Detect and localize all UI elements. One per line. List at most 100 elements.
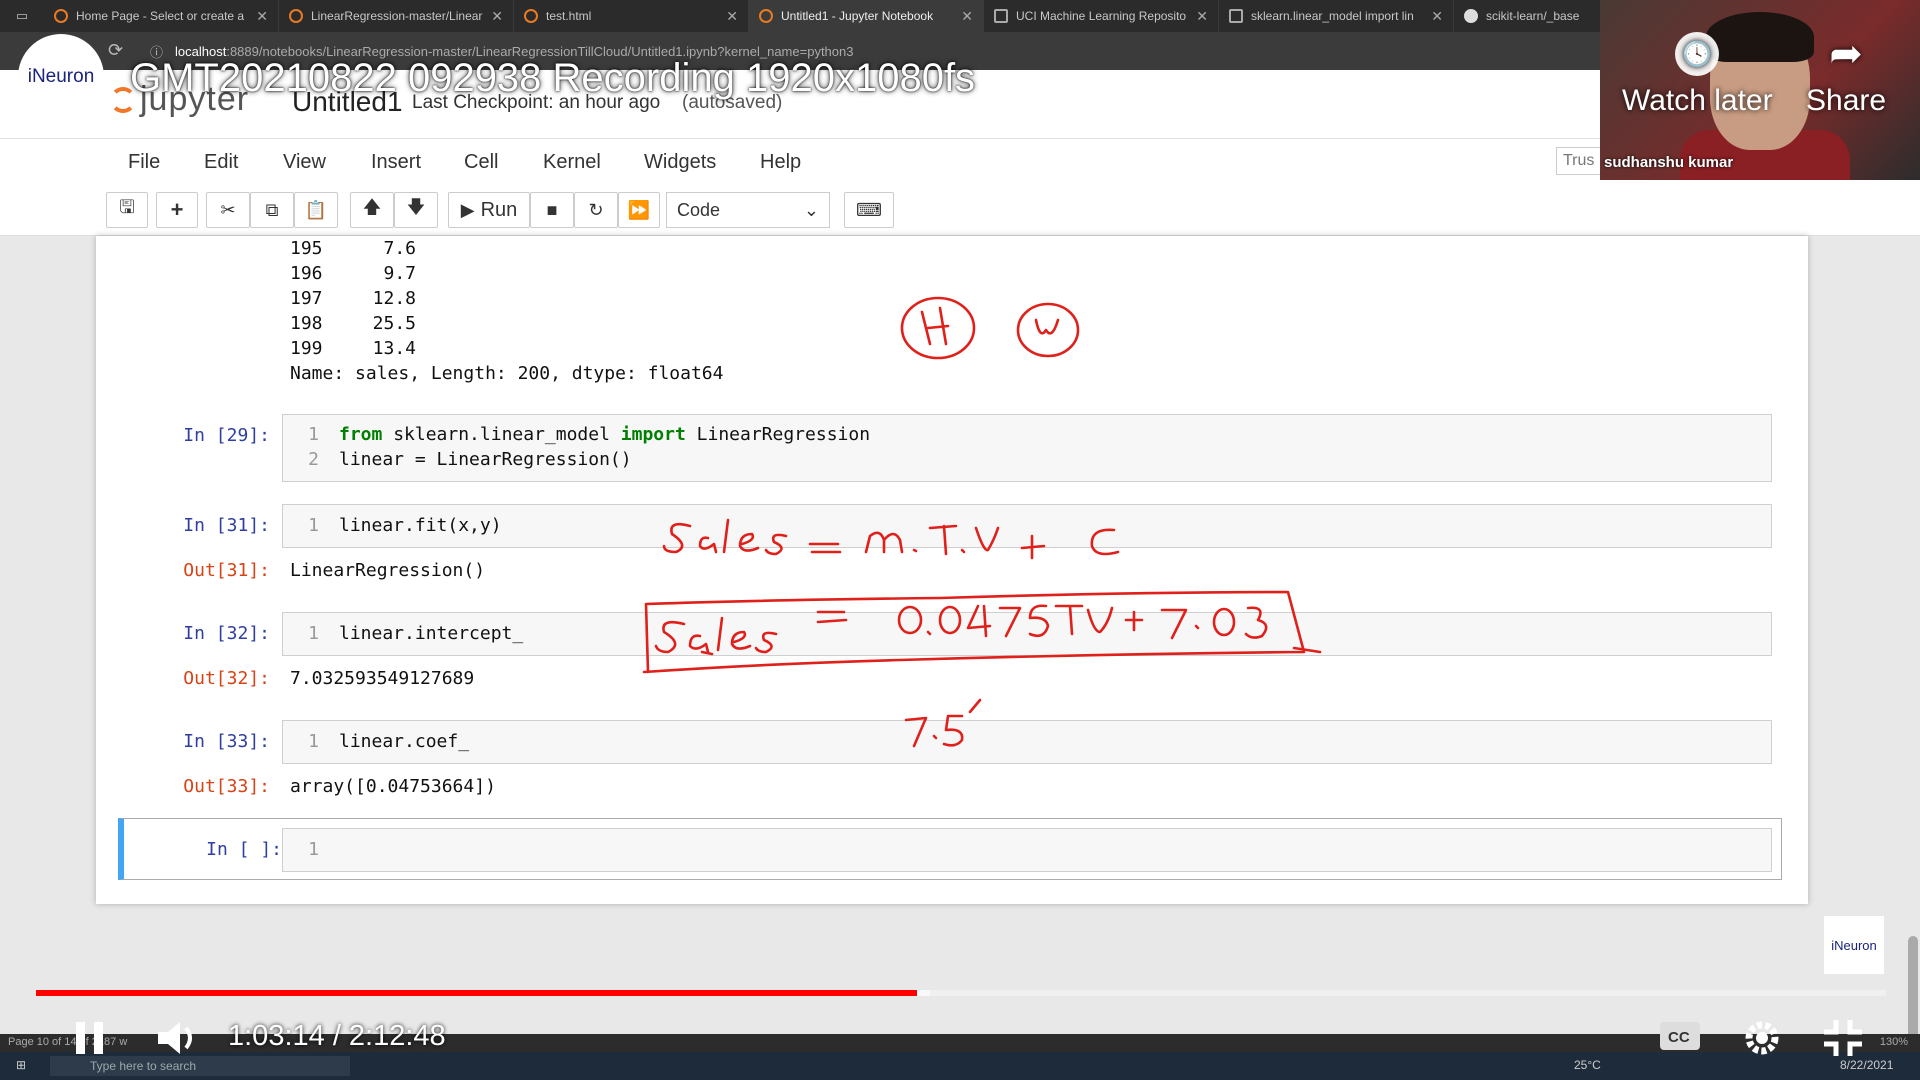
output-value: 25.5 <box>372 313 416 334</box>
save-icon: 🖫 <box>119 197 135 217</box>
menu-cell[interactable]: Cell <box>464 151 498 174</box>
restart-run-all-button[interactable]: ⏩ <box>618 192 660 228</box>
menu-view[interactable]: View <box>283 151 326 174</box>
pause-button[interactable] <box>72 1018 108 1058</box>
svg-text:CC: CC <box>1668 1029 1690 1046</box>
output-prompt: Out[31]: <box>183 560 270 581</box>
output-prompt: Out[32]: <box>183 668 270 689</box>
exit-fullscreen-icon <box>1824 1020 1862 1056</box>
browser-tab-active[interactable]: Untitled1 - Jupyter Notebook ✕ <box>749 0 984 32</box>
gear-icon <box>1745 1021 1779 1055</box>
browser-tab[interactable]: UCI Machine Learning Reposito ✕ <box>984 0 1219 32</box>
cut-button[interactable]: ✂ <box>206 192 250 228</box>
line-number: 1 <box>308 839 319 860</box>
code-cell[interactable]: 1 linear.fit(x,y) <box>282 504 1772 548</box>
line-number: 1 <box>308 515 319 536</box>
cell-output: 7.032593549127689 <box>290 668 475 689</box>
fast-forward-icon: ⏩ <box>627 199 651 220</box>
tab-title: UCI Machine Learning Reposito <box>1016 9 1187 23</box>
chevron-down-icon: ⌄ <box>803 199 819 220</box>
video-progress-bar[interactable] <box>36 990 1886 996</box>
played-bar <box>36 990 917 996</box>
insert-cell-button[interactable]: + <box>156 192 198 228</box>
volume-icon <box>158 1022 192 1054</box>
watch-later-label: Watch later <box>1622 84 1773 117</box>
copy-button[interactable]: ⧉ <box>250 192 294 228</box>
series-footer: Name: sales, Length: 200, dtype: float64 <box>290 363 724 384</box>
output-value: 7.6 <box>383 238 416 259</box>
cell-type-value: Code <box>677 199 721 220</box>
menu-widgets[interactable]: Widgets <box>644 151 716 174</box>
volume-button[interactable] <box>154 1016 200 1060</box>
command-palette-button[interactable]: ⌨ <box>844 192 894 228</box>
save-button[interactable]: 🖫 <box>106 192 148 228</box>
code-line: linear.intercept_ <box>339 623 524 644</box>
menu-help[interactable]: Help <box>760 151 801 174</box>
cell-type-select[interactable]: Code ⌄ <box>666 192 830 228</box>
move-down-button[interactable]: 🡇 <box>394 192 438 228</box>
globe-icon <box>1229 9 1243 23</box>
page-scrollbar[interactable] <box>1906 236 1920 1056</box>
run-button[interactable]: ▶ Run <box>448 192 530 228</box>
browser-tab[interactable]: Home Page - Select or create a ✕ <box>44 0 279 32</box>
close-icon[interactable]: ✕ <box>1431 8 1443 25</box>
code-line: linear = LinearRegression() <box>339 449 632 470</box>
browser-tab[interactable]: sklearn.linear_model import lin ✕ <box>1219 0 1454 32</box>
move-up-button[interactable]: 🡅 <box>350 192 394 228</box>
share-button[interactable]: ➦ Share <box>1806 32 1886 118</box>
output-row: 195 <box>290 238 323 259</box>
restart-button[interactable]: ↻ <box>574 192 618 228</box>
browser-tab[interactable]: LinearRegression-master/Linear ✕ <box>279 0 514 32</box>
paste-button[interactable]: 📋 <box>294 192 338 228</box>
output-row: 198 <box>290 313 323 334</box>
tab-title: LinearRegression-master/Linear <box>311 9 483 23</box>
channel-logo[interactable]: iNeuron <box>18 34 104 120</box>
code-cell[interactable]: 1 2 from sklearn.linear_model import Lin… <box>282 414 1772 482</box>
input-prompt: In [31]: <box>183 515 270 536</box>
code-cell[interactable]: 1 linear.intercept_ <box>282 612 1772 656</box>
menu-insert[interactable]: Insert <box>371 151 421 174</box>
code-cell[interactable]: 1 linear.coef_ <box>282 720 1772 764</box>
share-icon: ➦ <box>1829 32 1863 76</box>
cell-output: LinearRegression() <box>290 560 486 581</box>
output-value: 9.7 <box>383 263 416 284</box>
pause-icon <box>76 1022 103 1054</box>
code-cell-empty[interactable]: 1 <box>282 828 1772 872</box>
input-prompt: In [29]: <box>183 425 270 446</box>
play-icon: ▶ <box>460 199 475 220</box>
stop-icon: ■ <box>546 199 558 220</box>
notebook-toolbar: 🖫 + ✂ ⧉ 📋 🡅 🡇 ▶ Run ■ ↻ ⏩ Code ⌄ ⌨ <box>0 182 1920 236</box>
output-row: 196 <box>290 263 323 284</box>
video-title[interactable]: GMT20210822 092938 Recording 1920x1080fs <box>130 56 975 101</box>
output-value: 13.4 <box>372 338 416 359</box>
notebook-page: 195 7.6 196 9.7 197 12.8 198 25.5 199 13… <box>96 236 1808 904</box>
line-number: 2 <box>308 449 319 470</box>
reload-icon[interactable]: ⟳ <box>108 40 123 61</box>
output-value: 12.8 <box>372 288 416 309</box>
time-display: 1:03:14 / 2:12:48 <box>228 1020 446 1052</box>
tab-actions-icon[interactable]: ▭ <box>0 0 44 32</box>
code-line: linear.fit(x,y) <box>339 515 502 536</box>
menu-file[interactable]: File <box>128 151 160 174</box>
player-controls: 1:03:14 / 2:12:48 CC <box>0 1006 1920 1076</box>
close-icon[interactable]: ✕ <box>726 8 738 25</box>
plus-icon: + <box>170 197 184 222</box>
arrow-up-icon: 🡅 <box>362 197 382 217</box>
menu-kernel[interactable]: Kernel <box>543 151 601 174</box>
captions-button[interactable]: CC <box>1658 1020 1702 1052</box>
close-icon[interactable]: ✕ <box>491 8 503 25</box>
watermark-logo[interactable]: iNeuron <box>1824 916 1884 974</box>
close-icon[interactable]: ✕ <box>256 8 268 25</box>
browser-tab[interactable]: test.html ✕ <box>514 0 749 32</box>
watch-later-button[interactable]: 🕓 Watch later <box>1622 32 1773 118</box>
interrupt-button[interactable]: ■ <box>530 192 574 228</box>
paste-icon: 📋 <box>304 199 328 220</box>
close-icon[interactable]: ✕ <box>1196 8 1208 25</box>
scissors-icon: ✂ <box>220 199 236 220</box>
exit-fullscreen-button[interactable] <box>1822 1018 1864 1058</box>
menu-edit[interactable]: Edit <box>204 151 238 174</box>
close-icon[interactable]: ✕ <box>961 8 973 25</box>
input-prompt: In [ ]: <box>206 839 282 860</box>
settings-button[interactable] <box>1742 1018 1782 1058</box>
output-row: 199 <box>290 338 323 359</box>
